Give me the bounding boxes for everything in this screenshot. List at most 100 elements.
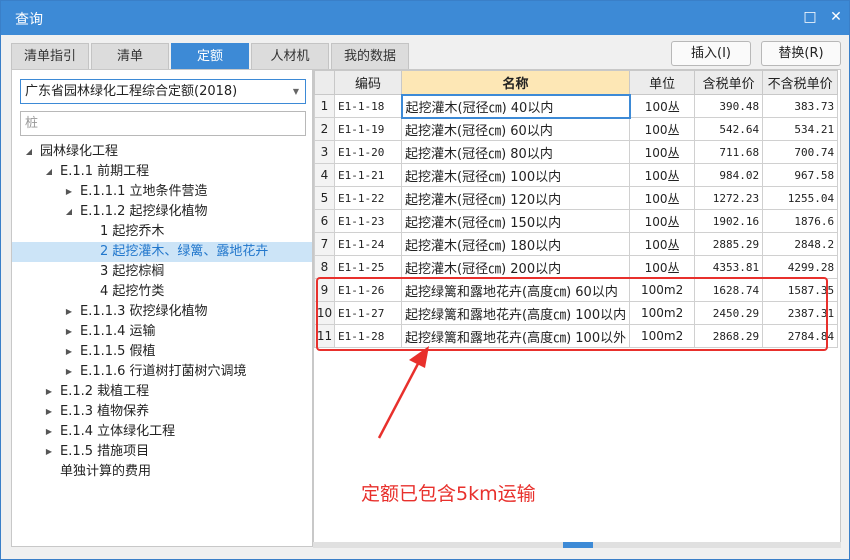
cell-code[interactable]: E1-1-21 [334, 163, 402, 187]
header-code[interactable]: 编码 [334, 70, 402, 95]
cell-price-without-tax[interactable]: 383.73 [762, 94, 839, 118]
tree-item[interactable]: ◢ 园林绿化工程 [12, 142, 312, 162]
cell-price-with-tax[interactable]: 4353.81 [694, 255, 764, 279]
tab-quota[interactable]: 定额 [171, 43, 249, 69]
cell-name[interactable]: 起挖灌木(冠径㎝) 180以内 [400, 232, 631, 256]
tree-item[interactable]: 单独计算的费用 [12, 462, 312, 482]
expand-arrow-icon[interactable]: ▶ [44, 422, 54, 442]
cell-price-without-tax[interactable]: 1255.04 [762, 186, 839, 210]
cell-price-without-tax[interactable]: 2848.2 [762, 232, 839, 256]
cell-name[interactable]: 起挖灌木(冠径㎝) 100以内 [400, 163, 631, 187]
cell-price-with-tax[interactable]: 711.68 [694, 140, 764, 164]
table-row[interactable]: 5 E1-1-22 起挖灌木(冠径㎝) 120以内 100丛 1272.23 1255.0… [314, 186, 839, 210]
tab-list-guide[interactable]: 清单指引 [11, 43, 89, 69]
cell-price-without-tax[interactable]: 700.74 [762, 140, 839, 164]
cell-price-with-tax[interactable]: 2885.29 [694, 232, 764, 256]
tree-item[interactable]: ▶ E.1.5 措施项目 [12, 442, 312, 462]
cell-code[interactable]: E1-1-19 [334, 117, 402, 141]
cell-name[interactable]: 起挖灌木(冠径㎝) 60以内 [400, 117, 631, 141]
tree-item[interactable]: ▶ E.1.1.3 砍挖绿化植物 [12, 302, 312, 322]
cell-price-with-tax[interactable]: 984.02 [694, 163, 764, 187]
expand-arrow-icon[interactable]: ▶ [64, 362, 74, 382]
tree-item[interactable]: ▶ E.1.4 立体绿化工程 [12, 422, 312, 442]
row-number[interactable]: 7 [314, 232, 335, 256]
cell-unit[interactable]: 100丛 [629, 163, 696, 187]
expand-arrow-icon[interactable]: ▶ [44, 382, 54, 402]
tree-item[interactable]: 1 起挖乔木 [12, 222, 312, 242]
expand-arrow-icon[interactable]: ▶ [44, 402, 54, 422]
tree-item[interactable]: 2 起挖灌木、绿篱、露地花卉 [12, 242, 312, 262]
expand-arrow-icon[interactable]: ▶ [64, 322, 74, 342]
cell-price-with-tax[interactable]: 542.64 [694, 117, 764, 141]
cell-code[interactable]: E1-1-23 [334, 209, 402, 233]
tree-item[interactable]: 4 起挖竹类 [12, 282, 312, 302]
cell-unit[interactable]: 100丛 [629, 209, 696, 233]
tree-item[interactable]: 3 起挖棕榈 [12, 262, 312, 282]
cell-price-with-tax[interactable]: 390.48 [694, 94, 764, 118]
row-number[interactable]: 2 [314, 117, 335, 141]
quota-library-select[interactable]: 广东省园林绿化工程综合定额(2018) ▼ [20, 79, 306, 104]
cell-name[interactable]: 起挖灌木(冠径㎝) 120以内 [400, 186, 631, 210]
scroll-thumb[interactable] [563, 542, 593, 548]
tree-item[interactable]: ▶ E.1.1.4 运输 [12, 322, 312, 342]
tree-item[interactable]: ◢ E.1.1.2 起挖绿化植物 [12, 202, 312, 222]
horizontal-scrollbar[interactable] [313, 542, 841, 548]
cell-unit[interactable]: 100丛 [629, 255, 696, 279]
expand-arrow-icon[interactable]: ▶ [64, 182, 74, 202]
row-number[interactable]: 3 [314, 140, 335, 164]
collapse-arrow-icon[interactable]: ◢ [24, 142, 34, 162]
tree-item[interactable]: ▶ E.1.2 栽植工程 [12, 382, 312, 402]
cell-code[interactable]: E1-1-20 [334, 140, 402, 164]
tree-item[interactable]: ◢ E.1.1 前期工程 [12, 162, 312, 182]
tree-item[interactable]: ▶ E.1.3 植物保养 [12, 402, 312, 422]
tab-list[interactable]: 清单 [91, 43, 169, 69]
cell-price-with-tax[interactable]: 1272.23 [694, 186, 764, 210]
cell-price-without-tax[interactable]: 534.21 [762, 117, 839, 141]
cell-unit[interactable]: 100丛 [629, 186, 696, 210]
tree-item[interactable]: ▶ E.1.1.5 假植 [12, 342, 312, 362]
table-row[interactable]: 4 E1-1-21 起挖灌木(冠径㎝) 100以内 100丛 984.02 967.58 [314, 163, 839, 187]
cell-unit[interactable]: 100丛 [629, 117, 696, 141]
cell-name[interactable]: 起挖灌木(冠径㎝) 150以内 [400, 209, 631, 233]
tree-item[interactable]: ▶ E.1.1.1 立地条件营造 [12, 182, 312, 202]
cell-unit[interactable]: 100丛 [629, 232, 696, 256]
maximize-icon[interactable]: □ [801, 8, 819, 26]
tab-my-data[interactable]: 我的数据 [331, 43, 409, 69]
replace-button[interactable]: 替换(R) [761, 41, 841, 66]
header-price-with-tax[interactable]: 含税单价 [694, 70, 764, 95]
cell-code[interactable]: E1-1-24 [334, 232, 402, 256]
cell-code[interactable]: E1-1-25 [334, 255, 402, 279]
close-icon[interactable]: ✕ [827, 8, 845, 26]
search-input[interactable]: 桩 [20, 111, 306, 136]
table-row[interactable]: 2 E1-1-19 起挖灌木(冠径㎝) 60以内 100丛 542.64 534.21 [314, 117, 839, 141]
expand-arrow-icon[interactable]: ▶ [44, 442, 54, 462]
tree-item[interactable]: ▶ E.1.1.6 行道树打菌树穴调境 [12, 362, 312, 382]
cell-code[interactable]: E1-1-18 [334, 94, 402, 118]
cell-name[interactable]: 起挖灌木(冠径㎝) 80以内 [400, 140, 631, 164]
table-row[interactable]: 1 E1-1-18 起挖灌木(冠径㎝) 40以内 100丛 390.48 383.73 [314, 93, 839, 119]
cell-unit[interactable]: 100丛 [629, 94, 696, 118]
cell-name[interactable]: 起挖灌木(冠径㎝) 40以内 [400, 93, 631, 119]
tab-materials[interactable]: 人材机 [251, 43, 329, 69]
cell-price-without-tax[interactable]: 1876.6 [762, 209, 839, 233]
cell-price-with-tax[interactable]: 1902.16 [694, 209, 764, 233]
cell-price-without-tax[interactable]: 967.58 [762, 163, 839, 187]
expand-arrow-icon[interactable]: ▶ [64, 302, 74, 322]
table-row[interactable]: 8 E1-1-25 起挖灌木(冠径㎝) 200以内 100丛 4353.81 4299.2… [314, 255, 839, 279]
table-row[interactable]: 3 E1-1-20 起挖灌木(冠径㎝) 80以内 100丛 711.68 700.74 [314, 140, 839, 164]
insert-button[interactable]: 插入(I) [671, 41, 751, 66]
cell-unit[interactable]: 100丛 [629, 140, 696, 164]
row-number[interactable]: 8 [314, 255, 335, 279]
collapse-arrow-icon[interactable]: ◢ [44, 162, 54, 182]
table-row[interactable]: 7 E1-1-24 起挖灌木(冠径㎝) 180以内 100丛 2885.29 2848.2 [314, 232, 839, 256]
row-number[interactable]: 1 [314, 94, 335, 118]
collapse-arrow-icon[interactable]: ◢ [64, 202, 74, 222]
row-number[interactable]: 4 [314, 163, 335, 187]
header-price-without-tax[interactable]: 不含税单价 [762, 70, 839, 95]
header-unit[interactable]: 单位 [629, 70, 696, 95]
table-row[interactable]: 6 E1-1-23 起挖灌木(冠径㎝) 150以内 100丛 1902.16 1876.6 [314, 209, 839, 233]
cell-name[interactable]: 起挖灌木(冠径㎝) 200以内 [400, 255, 631, 279]
row-number[interactable]: 5 [314, 186, 335, 210]
cell-code[interactable]: E1-1-22 [334, 186, 402, 210]
header-name[interactable]: 名称 [400, 70, 631, 95]
